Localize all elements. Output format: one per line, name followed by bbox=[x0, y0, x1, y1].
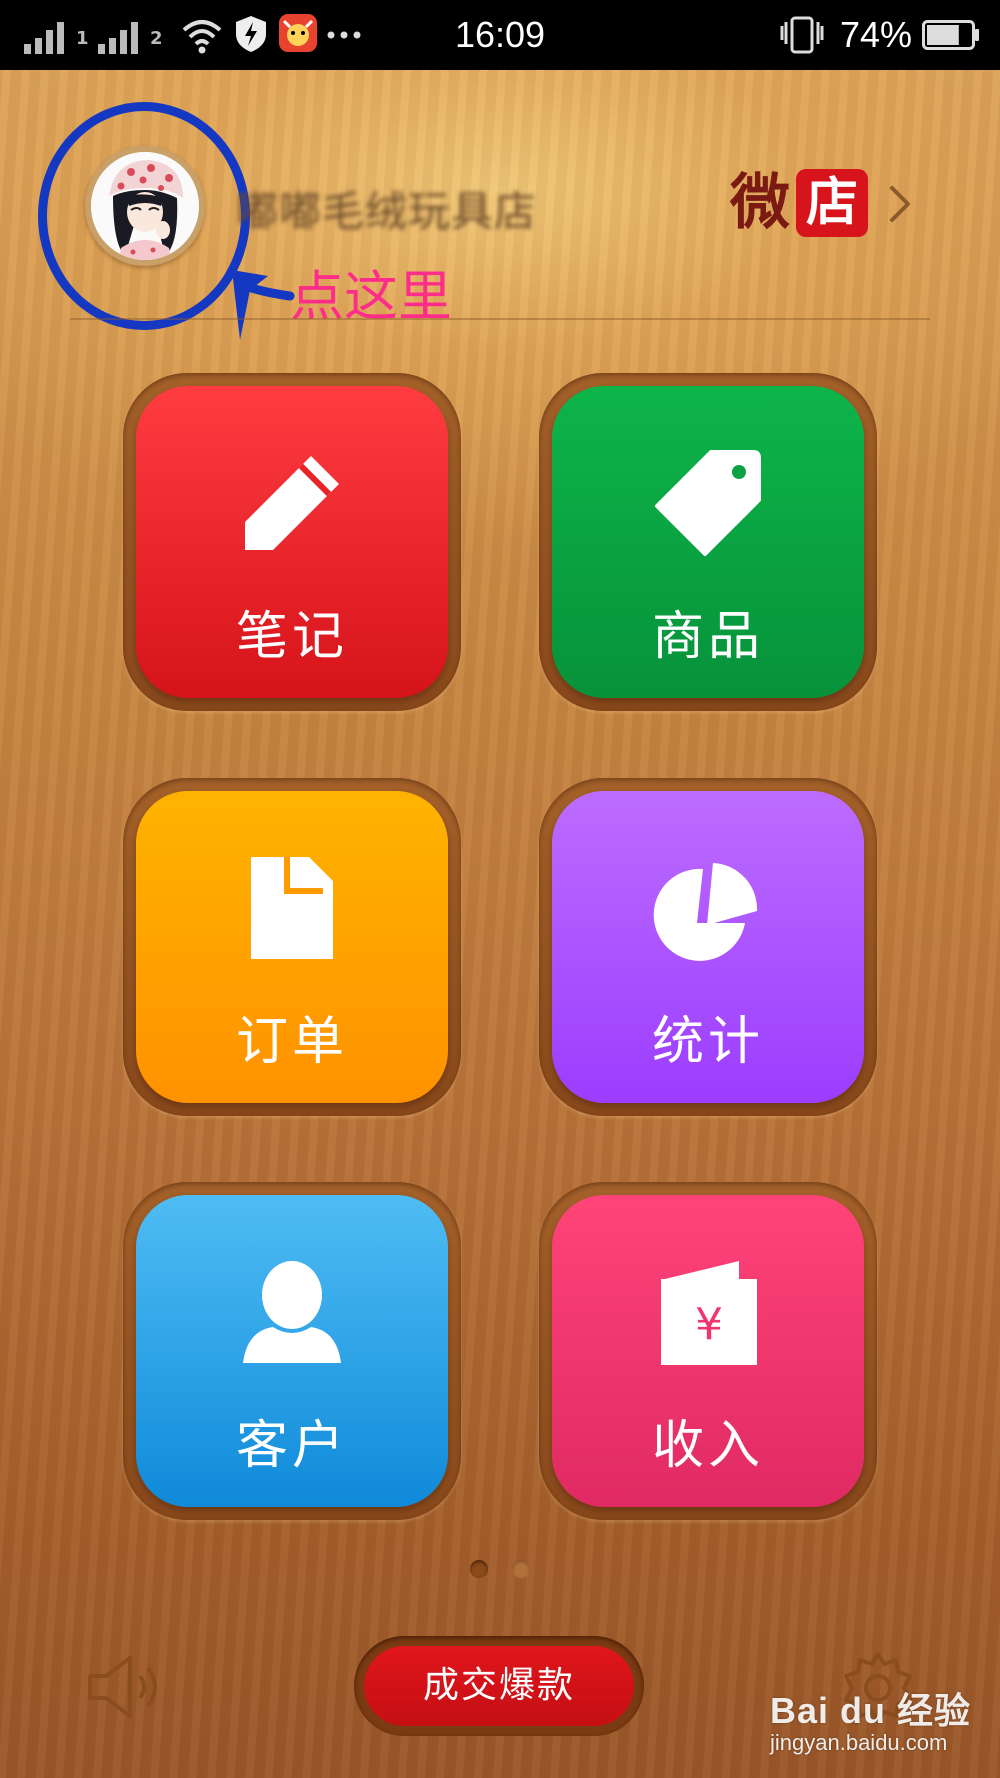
tile-frame-products: 商品 bbox=[539, 373, 877, 711]
stats-tile[interactable]: 统计 bbox=[552, 791, 864, 1103]
tile-frame-notes: 笔记 bbox=[123, 373, 461, 711]
page-indicator-1[interactable] bbox=[470, 1560, 488, 1578]
income-tile[interactable]: ¥ 收入 bbox=[552, 1195, 864, 1507]
status-bar: 1 2 16:09 74% bbox=[0, 0, 1000, 70]
pie-chart-icon bbox=[653, 863, 758, 961]
user-icon bbox=[243, 1261, 341, 1363]
document-icon bbox=[251, 857, 333, 959]
shop-name[interactable]: 嘟嘟毛绒玩具店 bbox=[236, 178, 537, 239]
battery-percent: 74% bbox=[839, 14, 912, 55]
tile-frame-customers: 客户 bbox=[123, 1182, 461, 1520]
orders-label: 订单 bbox=[235, 1012, 348, 1072]
notes-tile[interactable]: 笔记 bbox=[136, 386, 448, 698]
products-label: 商品 bbox=[651, 607, 764, 667]
svg-text:¥: ¥ bbox=[695, 1299, 723, 1350]
income-label: 收入 bbox=[651, 1416, 764, 1476]
speaker-icon[interactable] bbox=[86, 1652, 170, 1722]
brand-text-dian: 店 bbox=[796, 169, 868, 237]
customers-label: 客户 bbox=[235, 1416, 348, 1476]
header-divider bbox=[70, 318, 930, 320]
hot-deals-button[interactable]: 成交爆款 bbox=[364, 1646, 634, 1726]
tile-frame-income: ¥ 收入 bbox=[539, 1182, 877, 1520]
weidian-logo[interactable]: 微 店 bbox=[730, 168, 868, 238]
stats-label: 统计 bbox=[651, 1012, 764, 1072]
annotation-arrow-icon bbox=[232, 270, 295, 340]
tile-frame-orders: 订单 bbox=[123, 778, 461, 1116]
battery-icon bbox=[922, 20, 979, 50]
pencil-icon bbox=[245, 456, 339, 550]
watermark-url: jingyan.baidu.com bbox=[770, 1730, 948, 1755]
brand-text-wei: 微 bbox=[730, 168, 790, 238]
chevron-right-icon[interactable] bbox=[888, 184, 914, 224]
orders-tile[interactable]: 订单 bbox=[136, 791, 448, 1103]
vibrate-icon bbox=[780, 16, 824, 54]
baidu-watermark: Bai du 经验 jingyan.baidu.com bbox=[770, 1682, 972, 1755]
annotation-circle bbox=[38, 102, 250, 330]
cta-frame: 成交爆款 bbox=[354, 1636, 644, 1736]
notes-label: 笔记 bbox=[235, 607, 348, 667]
products-tile[interactable]: 商品 bbox=[552, 386, 864, 698]
page-indicator-2[interactable] bbox=[512, 1560, 530, 1578]
watermark-logo: Bai du 经验 bbox=[770, 1690, 972, 1731]
tag-icon bbox=[655, 450, 761, 556]
customers-tile[interactable]: 客户 bbox=[136, 1195, 448, 1507]
tile-frame-stats: 统计 bbox=[539, 778, 877, 1116]
wallet-icon: ¥ bbox=[661, 1261, 757, 1365]
